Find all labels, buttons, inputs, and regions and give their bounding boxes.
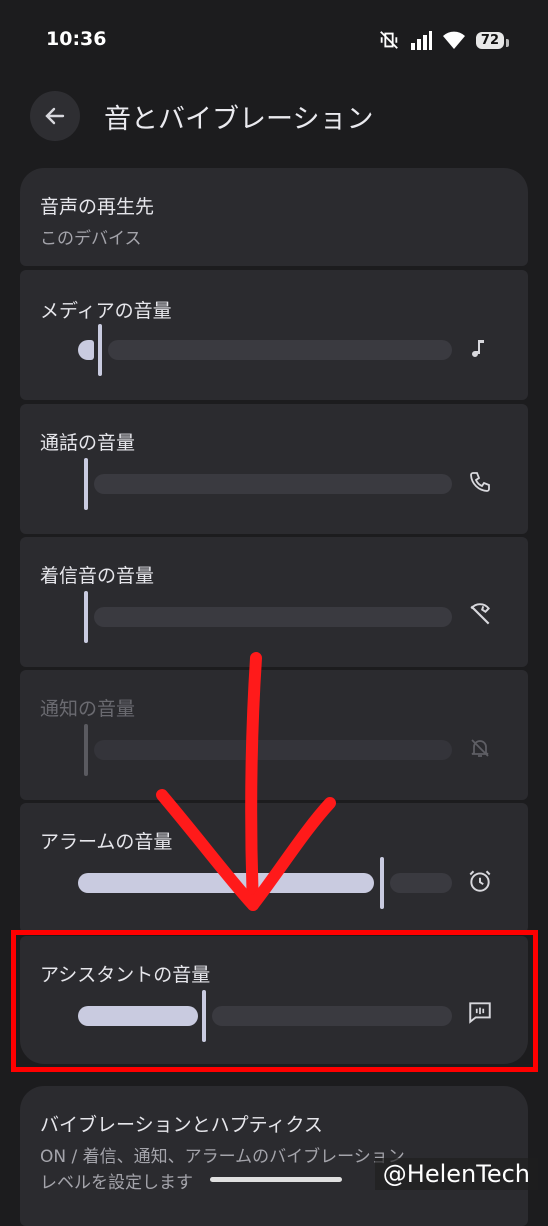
- highlight-box: [11, 930, 538, 1072]
- watermark-text: @HelenTech: [374, 1158, 538, 1190]
- home-indicator[interactable]: [210, 1177, 342, 1182]
